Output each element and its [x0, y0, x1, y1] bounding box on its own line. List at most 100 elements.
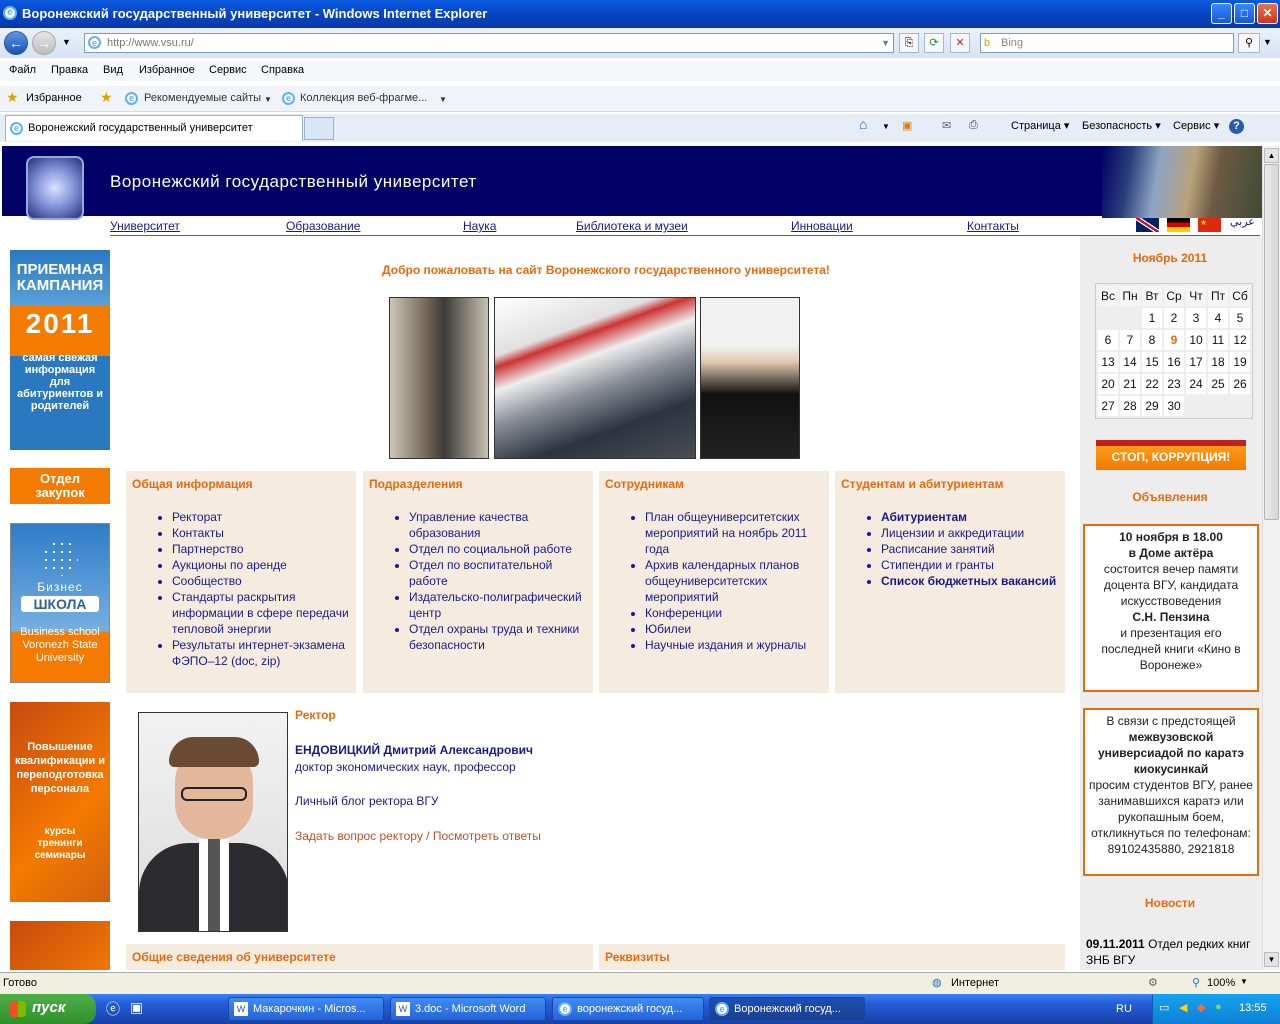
calendar-day[interactable]: 2: [1164, 308, 1184, 328]
anti-corruption-banner[interactable]: СТОП, КОРРУПЦИЯ!: [1096, 440, 1246, 470]
forward-button[interactable]: →: [32, 31, 56, 55]
calendar-day[interactable]: 27: [1098, 396, 1118, 416]
link-rectorate[interactable]: Ректорат: [172, 509, 350, 525]
link-social[interactable]: Отдел по социальной работе: [409, 541, 587, 557]
tray-security-icon[interactable]: ◆: [1197, 1001, 1205, 1014]
print-icon[interactable]: ⎙: [969, 119, 978, 132]
flag-chinese-icon[interactable]: ★: [1198, 218, 1221, 232]
address-dropdown-icon[interactable]: ▼: [881, 34, 890, 52]
calendar-day[interactable]: 21: [1120, 374, 1140, 394]
task-word-doc[interactable]: W 3.doc - Microsoft Word: [390, 997, 546, 1021]
new-tab-button[interactable]: [304, 117, 334, 140]
safety-menu[interactable]: Безопасность ▾: [1082, 119, 1161, 132]
announcement-1[interactable]: 10 ноября в 18.00 в Доме актёра состоитс…: [1083, 524, 1259, 692]
calendar-day[interactable]: 17: [1186, 352, 1206, 372]
link-safety[interactable]: Отдел охраны труда и техники безопасност…: [409, 621, 587, 653]
qualification-banner[interactable]: Повышение квалификации и переподготовка …: [10, 702, 110, 902]
nav-contacts[interactable]: Контакты: [967, 219, 1019, 233]
link-standards[interactable]: Стандарты раскрытия информации в сфере п…: [172, 589, 350, 637]
tray-network-icon[interactable]: ▭: [1159, 1001, 1169, 1014]
search-icon[interactable]: ⚲: [1238, 33, 1260, 53]
link-fepo-results[interactable]: Результаты интернет-экзамена ФЭПО–12 (do…: [172, 637, 350, 669]
suggested-sites-link[interactable]: Рекомендуемые сайты: [144, 92, 261, 104]
calendar-day[interactable]: 19: [1230, 352, 1250, 372]
admission-campaign-banner[interactable]: ПРИЕМНАЯ КАМПАНИЯ 2011 самая свежая инфо…: [10, 250, 110, 450]
mail-icon[interactable]: ✉: [942, 119, 951, 132]
menu-edit[interactable]: Правка: [51, 64, 88, 76]
photo-ceremony[interactable]: [494, 297, 696, 459]
rector-blog-link[interactable]: Личный блог ректора ВГУ: [295, 794, 439, 808]
calendar-day[interactable]: 10: [1186, 330, 1206, 350]
tools-menu[interactable]: Сервис ▾: [1173, 119, 1219, 132]
refresh-icon[interactable]: ⟳: [924, 33, 944, 53]
link-contacts[interactable]: Контакты: [172, 525, 350, 541]
quicklaunch-show-desktop-icon[interactable]: ▣: [130, 999, 143, 1016]
add-favorites-icon[interactable]: ★: [100, 89, 113, 106]
university-crest-logo[interactable]: [26, 156, 84, 220]
minimize-button[interactable]: _: [1211, 3, 1232, 24]
zoom-dropdown-icon[interactable]: ▼: [1240, 977, 1248, 986]
calendar-day[interactable]: 16: [1164, 352, 1184, 372]
link-journals[interactable]: Научные издания и журналы: [645, 637, 823, 653]
link-education-work[interactable]: Отдел по воспитательной работе: [409, 557, 587, 589]
view-answers-link[interactable]: Посмотреть ответы: [433, 829, 541, 843]
web-slice-gallery-link[interactable]: Коллекция веб-фрагме...: [300, 92, 427, 104]
clock[interactable]: 13:55: [1239, 1002, 1267, 1014]
tray-app-icon[interactable]: ●: [1215, 1001, 1222, 1013]
tray-volume-icon[interactable]: ◀: [1179, 1001, 1187, 1014]
vertical-scrollbar[interactable]: ▲ ▼: [1262, 146, 1280, 970]
calendar-day[interactable]: 4: [1208, 308, 1228, 328]
search-options-icon[interactable]: ▼: [1263, 37, 1272, 47]
calendar-day[interactable]: 3: [1186, 308, 1206, 328]
menu-favorites[interactable]: Избранное: [139, 64, 195, 76]
calendar-day-today[interactable]: 9: [1164, 330, 1184, 350]
calendar-day[interactable]: 11: [1208, 330, 1228, 350]
calendar-day[interactable]: 5: [1230, 308, 1250, 328]
link-conferences[interactable]: Конференции: [645, 605, 823, 621]
calendar-day[interactable]: 22: [1142, 374, 1162, 394]
calendar-day[interactable]: 20: [1098, 374, 1118, 394]
menu-tools[interactable]: Сервис: [209, 64, 247, 76]
nav-library[interactable]: Библиотека и музеи: [576, 219, 688, 233]
menu-file[interactable]: Файл: [9, 64, 36, 76]
help-icon[interactable]: ?: [1229, 119, 1244, 134]
announcement-2[interactable]: В связи с предстоящей межвузовской униве…: [1083, 708, 1259, 876]
link-vacancies[interactable]: Список бюджетных вакансий: [881, 573, 1059, 589]
calendar-day[interactable]: 13: [1098, 352, 1118, 372]
quicklaunch-ie-icon[interactable]: ⓔ: [106, 999, 120, 1019]
calendar-day[interactable]: 30: [1164, 396, 1184, 416]
close-button[interactable]: ✕: [1257, 3, 1278, 24]
photo-students[interactable]: [700, 297, 800, 459]
link-plan[interactable]: План общеуниверситетских мероприятий на …: [645, 509, 823, 557]
scroll-thumb[interactable]: [1264, 164, 1279, 520]
calendar-day[interactable]: 1: [1142, 308, 1162, 328]
procurement-banner[interactable]: Отдел закупок: [10, 468, 110, 504]
calendar-day[interactable]: 7: [1120, 330, 1140, 350]
home-icon[interactable]: ⌂: [859, 116, 867, 132]
photo-speaker[interactable]: [389, 297, 489, 459]
calendar-day[interactable]: 29: [1142, 396, 1162, 416]
menu-view[interactable]: Вид: [103, 64, 123, 76]
nav-university[interactable]: Университет: [110, 219, 180, 233]
favorites-button[interactable]: Избранное: [26, 92, 82, 104]
start-button[interactable]: пуск: [0, 994, 96, 1024]
link-jubilees[interactable]: Юбилеи: [645, 621, 823, 637]
task-ie-1[interactable]: e воронежский госуд...: [552, 997, 704, 1021]
flag-german-icon[interactable]: [1167, 218, 1190, 232]
calendar-day[interactable]: 28: [1120, 396, 1140, 416]
link-scholarships[interactable]: Стипендии и гранты: [881, 557, 1059, 573]
calendar-day[interactable]: 23: [1164, 374, 1184, 394]
calendar-day[interactable]: 6: [1098, 330, 1118, 350]
calendar-day[interactable]: 25: [1208, 374, 1228, 394]
zoom-icon[interactable]: ⚲: [1192, 976, 1200, 989]
link-archive[interactable]: Архив календарных планов общеуниверситет…: [645, 557, 823, 605]
link-publishing[interactable]: Издательско-полиграфический центр: [409, 589, 587, 621]
stop-icon[interactable]: ✕: [950, 33, 970, 53]
arabic-link[interactable]: عربي: [1230, 215, 1255, 228]
business-school-banner[interactable]: Бизнес ШКОЛА Business school Voronezh St…: [10, 523, 110, 683]
link-auctions[interactable]: Аукционы по аренде: [172, 557, 350, 573]
nav-science[interactable]: Наука: [463, 219, 496, 233]
task-makarochkin[interactable]: W Макарочкин - Micros...: [228, 997, 384, 1021]
nav-innovations[interactable]: Инновации: [791, 219, 853, 233]
flag-english-icon[interactable]: [1136, 218, 1159, 232]
